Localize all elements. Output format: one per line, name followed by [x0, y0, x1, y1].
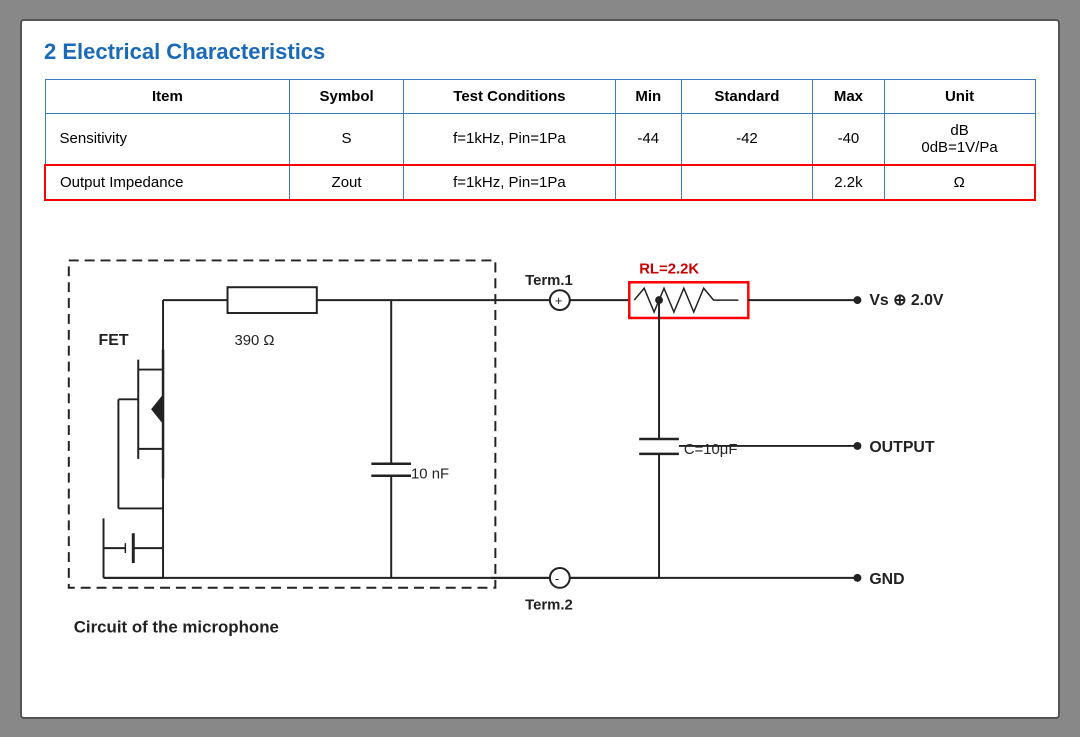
term2-circle	[550, 567, 570, 587]
circuit-svg: FET	[44, 229, 1036, 649]
term1-label: Term.1	[525, 273, 573, 289]
impedance-item: Output Impedance	[45, 165, 290, 200]
circuit-caption: Circuit of the microphone	[74, 617, 279, 636]
term1-plus: +	[555, 293, 563, 308]
impedance-unit: Ω	[884, 165, 1035, 200]
sensitivity-unit: dB0dB=1V/Pa	[884, 113, 1035, 165]
sensitivity-symbol: S	[290, 113, 404, 165]
sensitivity-standard: -42	[681, 113, 813, 165]
rl-label: RL=2.2K	[639, 261, 699, 277]
col-conditions: Test Conditions	[403, 79, 615, 113]
sensitivity-conditions: f=1kHz, Pin=1Pa	[403, 113, 615, 165]
r390-symbol	[228, 287, 317, 313]
table-header-row: Item Symbol Test Conditions Min Standard…	[45, 79, 1035, 113]
term2-minus: -	[555, 570, 559, 585]
vs-label: Vs ⊕ 2.0V	[869, 292, 944, 309]
gnd-label: GND	[869, 570, 904, 587]
section-title: 2 Electrical Characteristics	[44, 39, 1036, 65]
vs-dot	[853, 296, 861, 304]
sensitivity-item: Sensitivity	[45, 113, 290, 165]
col-symbol: Symbol	[290, 79, 404, 113]
output-label: OUTPUT	[869, 438, 935, 455]
col-unit: Unit	[884, 79, 1035, 113]
col-item: Item	[45, 79, 290, 113]
cap10nf-label: 10 nF	[411, 466, 449, 482]
col-standard: Standard	[681, 79, 813, 113]
gnd-dot	[853, 573, 861, 581]
impedance-conditions: f=1kHz, Pin=1Pa	[403, 165, 615, 200]
main-card: 2 Electrical Characteristics Item Symbol…	[20, 19, 1060, 719]
impedance-standard	[681, 165, 813, 200]
term2-label: Term.2	[525, 597, 573, 613]
output-dot	[853, 441, 861, 449]
table-row-output-impedance: Output Impedance Zout f=1kHz, Pin=1Pa 2.…	[45, 165, 1035, 200]
sensitivity-min: -44	[615, 113, 681, 165]
sensitivity-max: -40	[813, 113, 884, 165]
impedance-symbol: Zout	[290, 165, 404, 200]
circuit-diagram: FET	[44, 229, 1036, 649]
cap10uf-label: C=10μF	[684, 441, 738, 457]
fet-label: FET	[99, 331, 129, 348]
electrical-table: Item Symbol Test Conditions Min Standard…	[44, 79, 1036, 201]
table-row-sensitivity: Sensitivity S f=1kHz, Pin=1Pa -44 -42 -4…	[45, 113, 1035, 165]
r390-label: 390 Ω	[234, 332, 274, 348]
impedance-max: 2.2k	[813, 165, 884, 200]
col-min: Min	[615, 79, 681, 113]
impedance-min	[615, 165, 681, 200]
col-max: Max	[813, 79, 884, 113]
